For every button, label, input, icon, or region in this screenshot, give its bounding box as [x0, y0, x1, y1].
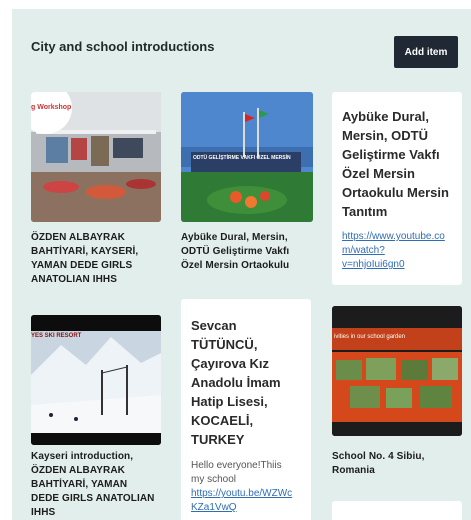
caption-line: BAHTİYARİ, KAYSERİ,	[31, 246, 139, 257]
caption-line: Özel Mersin Ortaokulu	[181, 260, 290, 271]
post-title-line: Geliştirme Vakfı	[342, 147, 440, 162]
caption-line: IHHS	[31, 507, 56, 518]
caption-line: Kayseri introduction,	[31, 451, 134, 462]
post-title-line: Ortaokulu Mersin	[342, 185, 449, 200]
caption-line: DEDE GIRLS ANATOLIAN	[31, 493, 155, 504]
caption-line: ODTÜ Geliştirme Vakfı	[181, 246, 290, 257]
link-line[interactable]: KZa1VwQ	[191, 501, 309, 515]
caption-line: Aybüke Dural, Mersin,	[181, 232, 288, 243]
thumbnail-overlay-text: YES SKI RESORT	[31, 333, 82, 339]
post-card-kayseri-intro[interactable]: YES SKI RESORT Kayseri introduction, ÖZD…	[31, 315, 161, 520]
post-title-line: KOCAELİ,	[191, 413, 254, 428]
post-title-line: TURKEY	[191, 432, 245, 447]
youtube-link[interactable]: https://youtu.be/WZWc KZa1VwQ	[191, 487, 309, 515]
post-card-partial[interactable]	[332, 501, 462, 520]
thumbnail-overlay-text: ODTÜ GELİŞTİRME VAKFI ÖZEL MERSİN	[193, 155, 291, 161]
post-title-line: Hatip Lisesi,	[191, 394, 268, 409]
post-card-kocaeli[interactable]: Sevcan TÜTÜNCÜ, Çayırova Kız Anadolu İma…	[181, 299, 311, 520]
post-title-line: TÜTÜNCÜ,	[191, 337, 258, 352]
thumbnail-overlay-text: ivities in our school garden	[334, 334, 406, 340]
post-title-line: Mersin, ODTÜ	[342, 128, 428, 143]
post-card-sibiu[interactable]: ivities in our school garden School No. …	[332, 306, 462, 476]
link-line[interactable]: v=nhjoIui6gn0	[342, 258, 460, 272]
caption-line: ANATOLIAN IHHS	[31, 274, 118, 285]
caption-line: ÖZDEN ALBAYRAK	[31, 465, 125, 476]
post-card-mersin-school[interactable]: ODTÜ GELİŞTİRME VAKFI ÖZEL MERSİN Aybüke…	[181, 92, 313, 282]
post-card-kayseri-workshop[interactable]: g Workshop ÖZDEN ALBAYRAK BAHTİYARİ, KAY…	[31, 92, 161, 285]
school-garden-slide-image	[332, 306, 462, 436]
add-item-button[interactable]: Add item	[394, 36, 458, 68]
post-title-line: Anadolu İmam	[191, 375, 281, 390]
post-thumbnail[interactable]: g Workshop	[31, 92, 161, 222]
classroom-image	[31, 92, 161, 222]
post-body-line: Hello everyone!Thiis	[191, 460, 282, 471]
post-title-line: Özel Mersin	[342, 166, 415, 181]
caption-line: BAHTİYARİ, YAMAN	[31, 479, 128, 490]
link-line[interactable]: https://youtu.be/WZWc	[191, 487, 309, 501]
post-thumbnail[interactable]: YES SKI RESORT	[31, 315, 161, 445]
thumbnail-overlay-text: g Workshop	[31, 104, 72, 111]
post-title-line: Tanıtım	[342, 204, 388, 219]
caption-line: ÖZDEN ALBAYRAK	[31, 232, 125, 243]
link-line[interactable]: m/watch?	[342, 244, 460, 258]
link-line[interactable]: https://www.youtube.co	[342, 230, 460, 244]
post-thumbnail[interactable]: ivities in our school garden	[332, 306, 462, 436]
post-body-line: my school	[191, 474, 237, 485]
post-title-line: Çayırova Kız	[191, 356, 270, 371]
board-section-title: City and school introductions	[31, 39, 215, 54]
caption-line: YAMAN DEDE GIRLS	[31, 260, 133, 271]
post-title-line: Sevcan	[191, 318, 237, 333]
post-title-line: Aybüke Dural,	[342, 109, 429, 124]
caption-line: School No. 4 Sibiu,	[332, 451, 425, 462]
youtube-link[interactable]: https://www.youtube.co m/watch? v=nhjoIu…	[342, 230, 460, 272]
padlet-board: City and school introductions Add item g…	[12, 9, 471, 520]
caption-line: Romania	[332, 465, 375, 476]
post-card-mersin-tanitim[interactable]: Aybüke Dural, Mersin, ODTÜ Geliştirme Va…	[332, 92, 462, 285]
post-thumbnail[interactable]: ODTÜ GELİŞTİRME VAKFI ÖZEL MERSİN	[181, 92, 313, 222]
